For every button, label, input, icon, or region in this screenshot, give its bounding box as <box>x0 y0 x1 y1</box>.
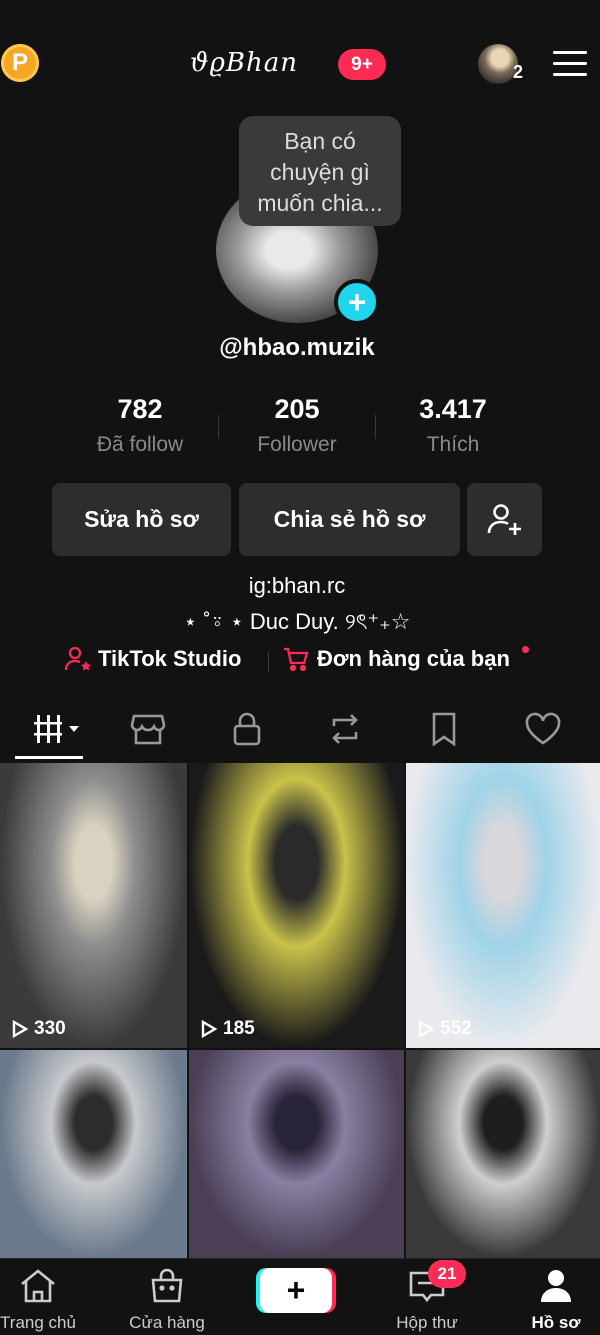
username: @hbao.muzik <box>219 334 375 361</box>
stat-label: Đã follow <box>96 433 184 456</box>
studio-person-icon <box>64 646 91 671</box>
account-switch-avatar[interactable] <box>478 44 518 84</box>
view-count: 330 <box>12 1018 66 1040</box>
lock-icon <box>233 712 261 746</box>
add-person-icon <box>487 503 521 535</box>
tab-liked[interactable] <box>518 707 568 751</box>
stat-following[interactable]: 782 Đã follow <box>65 394 215 457</box>
inbox-badge: 21 <box>428 1260 466 1288</box>
coin-icon[interactable]: P <box>1 44 39 82</box>
divider <box>268 652 269 672</box>
video-tile[interactable] <box>0 1050 187 1258</box>
stat-value: 205 <box>274 394 320 424</box>
grid-icon <box>34 715 79 743</box>
tiktok-studio-link[interactable]: TikTok Studio <box>64 646 241 672</box>
nav-label: Cửa hàng <box>129 1313 205 1332</box>
view-count: 185 <box>201 1018 255 1040</box>
view-count: 552 <box>418 1018 472 1040</box>
create-plus-icon: + <box>286 1272 306 1308</box>
brand-name: ϑϱBhan <box>190 48 298 78</box>
cart-icon <box>284 647 309 672</box>
divider <box>375 415 376 439</box>
view-count-value: 552 <box>440 1018 472 1039</box>
video-tile[interactable]: 185 <box>189 763 404 1048</box>
play-icon <box>12 1020 28 1038</box>
view-count-value: 185 <box>223 1018 255 1039</box>
shop-bag-icon <box>151 1268 183 1303</box>
bio-line: ig:bhan.rc <box>248 573 346 598</box>
story-prompt-bubble[interactable]: Bạn có chuyện gì muốn chia... <box>239 116 401 226</box>
menu-icon[interactable] <box>553 51 587 77</box>
tab-videos[interactable] <box>25 707 87 751</box>
tab-saved[interactable] <box>419 707 469 751</box>
play-icon <box>201 1020 217 1038</box>
share-profile-button[interactable]: Chia sẻ hồ sơ <box>239 483 460 556</box>
stat-value: 3.417 <box>419 394 487 424</box>
stat-label: Follower <box>257 433 337 456</box>
profile-icon <box>541 1270 571 1302</box>
edit-profile-button[interactable]: Sửa hồ sơ <box>52 483 231 556</box>
account-count: 2 <box>513 62 524 82</box>
video-tile[interactable] <box>406 1050 600 1258</box>
video-tile[interactable] <box>189 1050 404 1258</box>
nav-label: Hộp thư <box>396 1313 458 1332</box>
add-story-button[interactable]: + <box>334 279 380 325</box>
brand-badge[interactable]: 9+ <box>338 49 386 80</box>
stat-label: Thích <box>426 433 480 456</box>
stat-likes[interactable]: 3.417 Thích <box>378 394 528 457</box>
plus-icon: + <box>347 284 367 320</box>
view-count-value: 330 <box>34 1018 66 1039</box>
bookmark-icon <box>432 712 456 747</box>
stat-value: 782 <box>117 394 163 424</box>
add-friend-button[interactable] <box>467 483 542 556</box>
tab-reposts[interactable] <box>320 707 370 751</box>
create-button[interactable]: + <box>260 1268 332 1313</box>
video-tile[interactable]: 330 <box>0 763 187 1048</box>
shop-icon <box>130 714 166 745</box>
studio-link-label: TikTok Studio <box>98 646 242 671</box>
repost-icon <box>332 714 358 744</box>
divider <box>218 415 219 439</box>
nav-label: Trang chủ <box>0 1313 76 1332</box>
notification-dot <box>522 646 529 653</box>
bio-line: ⋆ ˚⍤ ⋆ Duc Duy. ୨ৎ⁺₊☆ <box>183 609 411 634</box>
heart-icon <box>525 712 561 745</box>
coin-label: P <box>11 49 28 76</box>
active-tab-indicator <box>15 756 83 759</box>
orders-link[interactable]: Đơn hàng của bạn <box>283 646 510 672</box>
nav-profile[interactable]: Hồ sơ <box>506 1268 600 1333</box>
nav-label: Hồ sơ <box>531 1313 581 1332</box>
tab-private[interactable] <box>222 707 272 751</box>
tab-shop[interactable] <box>123 707 173 751</box>
nav-shop[interactable]: Cửa hàng <box>117 1268 217 1333</box>
video-tile[interactable]: 552 <box>406 763 600 1048</box>
play-icon <box>418 1020 434 1038</box>
home-icon <box>21 1269 55 1303</box>
nav-home[interactable]: Trang chủ <box>0 1268 88 1333</box>
stat-followers[interactable]: 205 Follower <box>222 394 372 457</box>
orders-link-label: Đơn hàng của bạn <box>317 646 510 671</box>
